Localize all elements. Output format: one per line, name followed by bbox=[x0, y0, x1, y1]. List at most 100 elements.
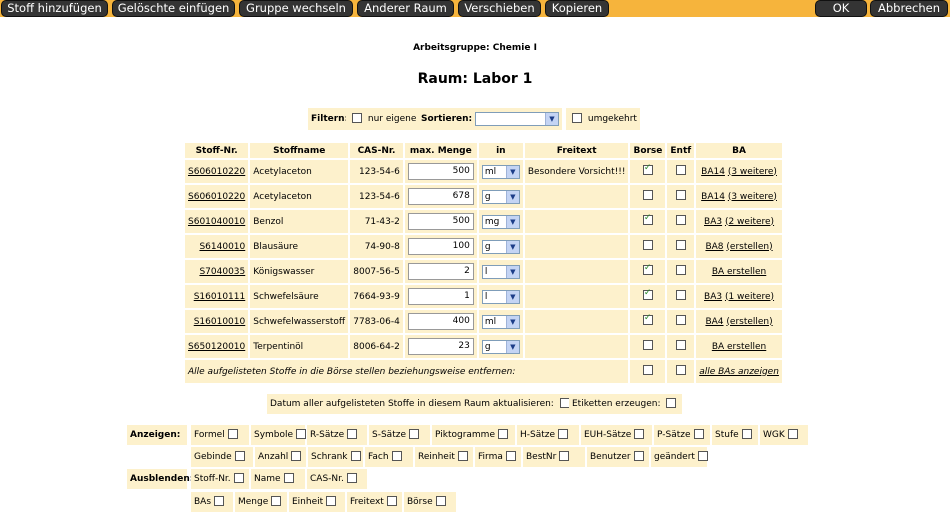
ba-more-link[interactable]: (1 weitere) bbox=[725, 292, 774, 302]
option-checkbox[interactable] bbox=[233, 472, 244, 483]
ba-link[interactable]: BA14 bbox=[701, 192, 725, 202]
option-checkbox[interactable] bbox=[271, 495, 282, 506]
borse-checkbox[interactable] bbox=[642, 213, 653, 226]
borse-checkbox[interactable] bbox=[642, 240, 653, 251]
borse-checkbox[interactable] bbox=[642, 163, 653, 176]
delete-checkbox[interactable] bbox=[675, 165, 686, 176]
add-substance-button[interactable]: Stoff hinzufügen bbox=[1, 0, 108, 17]
option-checkbox[interactable] bbox=[408, 428, 419, 439]
option-checkbox[interactable] bbox=[505, 450, 516, 461]
unit-select[interactable]: g ▼ bbox=[481, 239, 520, 254]
stoff-nr-link[interactable]: S16010010 bbox=[194, 317, 246, 327]
option-toggle[interactable]: R-Sätze bbox=[307, 425, 367, 445]
option-toggle[interactable]: CAS-Nr. bbox=[307, 469, 367, 489]
borse-checkbox[interactable] bbox=[642, 190, 653, 201]
option-toggle[interactable]: H-Sätze bbox=[517, 425, 579, 445]
option-toggle[interactable]: Schrank bbox=[308, 447, 363, 467]
option-checkbox[interactable] bbox=[227, 428, 238, 439]
move-button[interactable]: Verschieben bbox=[458, 0, 541, 17]
unit-select[interactable]: ml ▼ bbox=[481, 314, 520, 329]
option-checkbox[interactable] bbox=[559, 450, 570, 461]
delete-checkbox[interactable] bbox=[675, 290, 686, 301]
unit-select[interactable]: ml ▼ bbox=[481, 164, 520, 179]
ba-link[interactable]: BA14 bbox=[701, 167, 725, 177]
all-entf-checkbox[interactable] bbox=[675, 365, 686, 376]
own-only-checkbox[interactable] bbox=[352, 112, 362, 123]
ba-link[interactable]: BA3 bbox=[704, 217, 722, 227]
ok-button[interactable]: OK bbox=[815, 0, 867, 17]
stoff-nr-link[interactable]: S650120010 bbox=[188, 342, 245, 352]
quantity-input[interactable]: 23 bbox=[407, 338, 474, 355]
delete-checkbox[interactable] bbox=[675, 190, 686, 201]
option-toggle[interactable]: S-Sätze bbox=[369, 425, 430, 445]
option-toggle[interactable]: Formel bbox=[191, 425, 249, 445]
own-only-filter[interactable]: nur eigene bbox=[346, 108, 420, 130]
option-checkbox[interactable] bbox=[350, 450, 361, 461]
option-toggle[interactable]: Börse bbox=[404, 492, 456, 512]
option-checkbox[interactable] bbox=[633, 450, 644, 461]
copy-button[interactable]: Kopieren bbox=[545, 0, 609, 17]
unit-select[interactable]: mg ▼ bbox=[481, 214, 520, 229]
stoff-nr-link[interactable]: S601040010 bbox=[188, 217, 245, 227]
quantity-input[interactable]: 2 bbox=[407, 263, 474, 280]
delete-checkbox[interactable] bbox=[675, 315, 686, 326]
stoff-nr-link[interactable]: S7040035 bbox=[199, 267, 245, 277]
option-toggle[interactable]: Piktogramme bbox=[432, 425, 515, 445]
unit-select[interactable]: g ▼ bbox=[481, 189, 520, 204]
ba-link[interactable]: BA8 bbox=[705, 242, 723, 252]
option-checkbox[interactable] bbox=[346, 472, 357, 483]
stoff-nr-link[interactable]: S16010111 bbox=[194, 292, 246, 302]
option-checkbox[interactable] bbox=[291, 450, 302, 461]
delete-checkbox[interactable] bbox=[675, 215, 686, 226]
delete-checkbox[interactable] bbox=[675, 340, 686, 351]
option-checkbox[interactable] bbox=[214, 495, 225, 506]
unit-select[interactable]: l ▼ bbox=[481, 264, 520, 279]
change-group-button[interactable]: Gruppe wechseln bbox=[239, 0, 353, 17]
option-checkbox[interactable] bbox=[634, 428, 645, 439]
unit-select[interactable]: g ▼ bbox=[481, 339, 520, 354]
borse-checkbox[interactable] bbox=[642, 340, 653, 351]
option-checkbox[interactable] bbox=[497, 428, 508, 439]
option-toggle[interactable]: Stufe bbox=[712, 425, 758, 445]
borse-checkbox[interactable] bbox=[642, 288, 653, 301]
other-room-button[interactable]: Anderer Raum bbox=[357, 0, 454, 17]
borse-checkbox[interactable] bbox=[642, 313, 653, 326]
option-toggle[interactable]: Gebinde bbox=[191, 447, 253, 467]
stoff-nr-link[interactable]: S6140010 bbox=[199, 242, 245, 252]
quantity-input[interactable]: 678 bbox=[407, 188, 474, 205]
option-toggle[interactable]: Freitext bbox=[347, 492, 402, 512]
option-checkbox[interactable] bbox=[741, 428, 752, 439]
cancel-button[interactable]: Abbrechen bbox=[870, 0, 948, 17]
option-toggle[interactable]: Einheit bbox=[289, 492, 345, 512]
option-checkbox[interactable] bbox=[234, 450, 245, 461]
ba-more-link[interactable]: (erstellen) bbox=[726, 317, 772, 327]
ba-more-link[interactable]: (3 weitere) bbox=[728, 167, 777, 177]
option-toggle[interactable]: Name bbox=[251, 469, 305, 489]
all-borse-checkbox[interactable] bbox=[642, 365, 653, 376]
option-checkbox[interactable] bbox=[386, 495, 397, 506]
option-toggle[interactable]: Reinheit bbox=[415, 447, 473, 467]
ba-link[interactable]: BA3 bbox=[704, 292, 722, 302]
option-toggle[interactable]: EUH-Sätze bbox=[581, 425, 652, 445]
ba-link[interactable]: BA erstellen bbox=[712, 342, 766, 352]
option-toggle[interactable]: Symbole bbox=[251, 425, 307, 445]
quantity-input[interactable]: 400 bbox=[407, 313, 474, 330]
option-toggle[interactable]: Firma bbox=[475, 447, 521, 467]
ba-more-link[interactable]: (2 weitere) bbox=[725, 217, 774, 227]
option-toggle[interactable]: P-Sätze bbox=[654, 425, 710, 445]
option-checkbox[interactable] bbox=[558, 428, 569, 439]
ba-link[interactable]: BA4 bbox=[705, 317, 723, 327]
insert-deleted-button[interactable]: Gelöschte einfügen bbox=[112, 0, 235, 17]
quantity-input[interactable]: 500 bbox=[407, 213, 474, 230]
delete-checkbox[interactable] bbox=[675, 240, 686, 251]
reverse-checkbox[interactable] bbox=[572, 112, 582, 123]
option-toggle[interactable]: BestNr bbox=[523, 447, 585, 467]
option-checkbox[interactable] bbox=[391, 450, 402, 461]
option-checkbox[interactable] bbox=[457, 450, 468, 461]
ba-link[interactable]: BA erstellen bbox=[712, 267, 766, 277]
show-all-bas-link[interactable]: alle BAs anzeigen bbox=[699, 367, 779, 377]
sort-select[interactable]: ▼ bbox=[475, 111, 559, 126]
option-checkbox[interactable] bbox=[697, 450, 708, 461]
option-checkbox[interactable] bbox=[326, 495, 337, 506]
option-checkbox[interactable] bbox=[283, 472, 294, 483]
